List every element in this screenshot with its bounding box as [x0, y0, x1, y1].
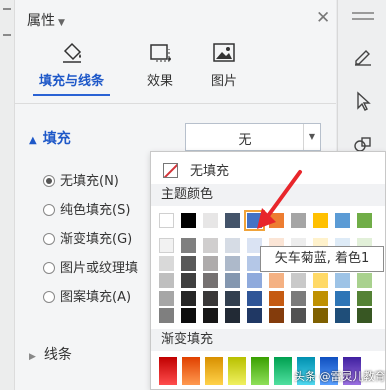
annotation-arrow — [257, 170, 302, 229]
watermark: 头条 @雷灵儿教育 — [294, 370, 386, 383]
color-tooltip: 矢车菊蓝, 着色1 — [260, 246, 384, 272]
